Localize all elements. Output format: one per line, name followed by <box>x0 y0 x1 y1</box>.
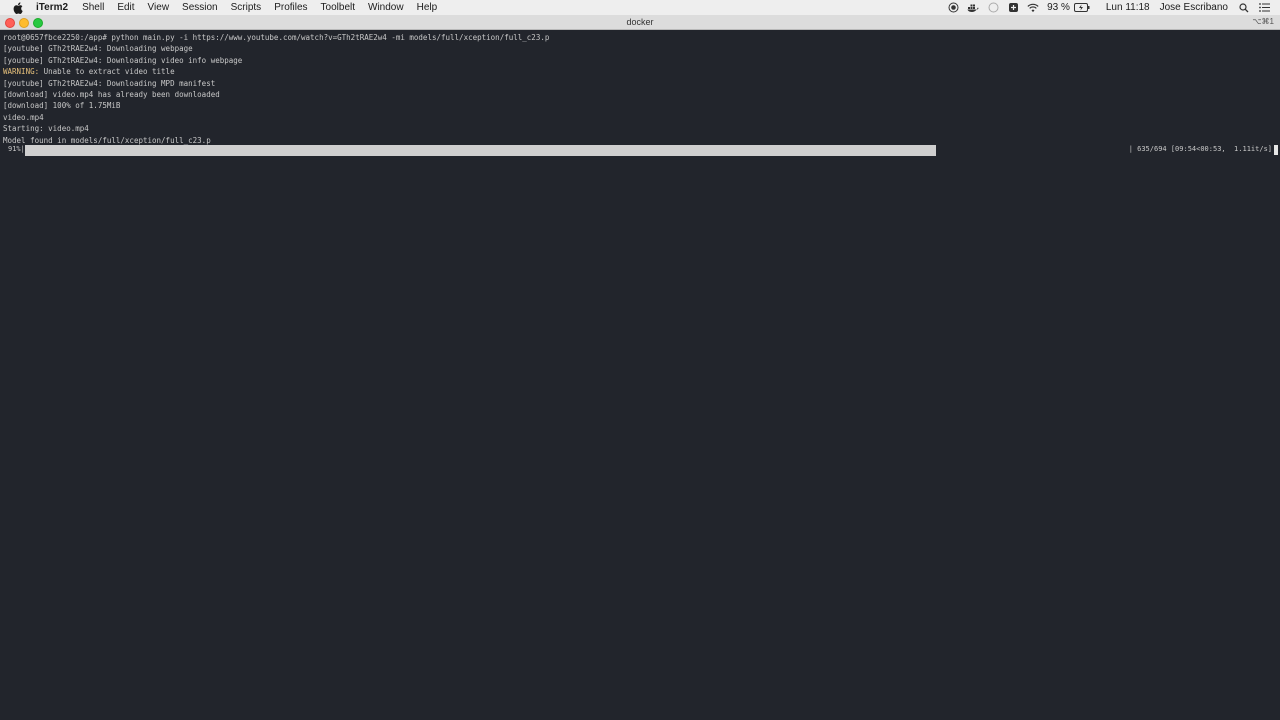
terminal-output[interactable]: root@0657fbce2250:/app# python main.py -… <box>0 30 1280 720</box>
battery-percent: 93 % <box>1047 2 1070 13</box>
terminal-warning-line: WARNING: Unable to extract video title <box>3 66 175 77</box>
window-title: docker <box>626 17 654 27</box>
menu-window[interactable]: Window <box>368 0 404 15</box>
warning-text: Unable to extract video title <box>39 67 175 77</box>
app-extension-icon[interactable] <box>1007 2 1019 14</box>
terminal-line: Starting: video.mp4 <box>3 124 89 134</box>
window-titlebar[interactable]: docker ⌥⌘1 <box>0 15 1280 30</box>
moon-icon[interactable] <box>987 2 999 14</box>
terminal-line: [download] 100% of 1.75MiB <box>3 101 121 111</box>
terminal-cursor <box>1274 145 1278 155</box>
progress-stats: | 635/694 [09:54<00:53, 1.11it/s] <box>1128 145 1272 153</box>
terminal-line: root@0657fbce2250:/app# python main.py -… <box>3 33 550 42</box>
menu-view[interactable]: View <box>148 0 170 15</box>
wifi-icon[interactable] <box>1027 2 1039 14</box>
menu-bar: iTerm2 Shell Edit View Session Scripts P… <box>0 0 1280 15</box>
clock[interactable]: Lun 11:18 <box>1106 2 1150 13</box>
menu-scripts[interactable]: Scripts <box>231 0 262 15</box>
terminal-line: [youtube] GTh2tRAE2w4: Downloading MPD m… <box>3 78 216 88</box>
menubar-status-area: 93 % Lun 11:18 Jose Escribano <box>947 0 1280 15</box>
record-icon[interactable] <box>947 2 959 14</box>
menu-app-iterm2[interactable]: iTerm2 <box>36 0 68 15</box>
menu-help[interactable]: Help <box>417 0 438 15</box>
progress-row: 91%| | 635/694 [09:54<00:53, 1.11it/s] <box>0 144 1280 156</box>
user-name[interactable]: Jose Escribano <box>1160 2 1228 13</box>
progress-percent: 91%| <box>8 145 25 153</box>
docker-icon[interactable] <box>967 2 979 14</box>
battery-icon[interactable] <box>1073 2 1090 14</box>
warning-label: WARNING: <box>3 67 40 77</box>
progress-bar <box>25 145 1021 156</box>
menu-session[interactable]: Session <box>182 0 218 15</box>
terminal-line: video.mp4 <box>3 112 44 122</box>
terminal-line: [youtube] GTh2tRAE2w4: Downloading webpa… <box>3 44 193 54</box>
menu-profiles[interactable]: Profiles <box>274 0 307 15</box>
terminal-line: [youtube] GTh2tRAE2w4: Downloading video… <box>3 55 243 65</box>
apple-icon[interactable] <box>12 1 24 14</box>
menu-shell[interactable]: Shell <box>82 0 104 15</box>
progress-bar-fill <box>25 145 937 156</box>
spotlight-search-icon[interactable] <box>1238 2 1250 14</box>
notification-center-icon[interactable] <box>1258 2 1270 14</box>
menu-toolbelt[interactable]: Toolbelt <box>321 0 355 15</box>
window-shortcut: ⌥⌘1 <box>1252 17 1274 26</box>
menu-edit[interactable]: Edit <box>117 0 134 15</box>
terminal-line: [download] video.mp4 has already been do… <box>3 90 220 99</box>
